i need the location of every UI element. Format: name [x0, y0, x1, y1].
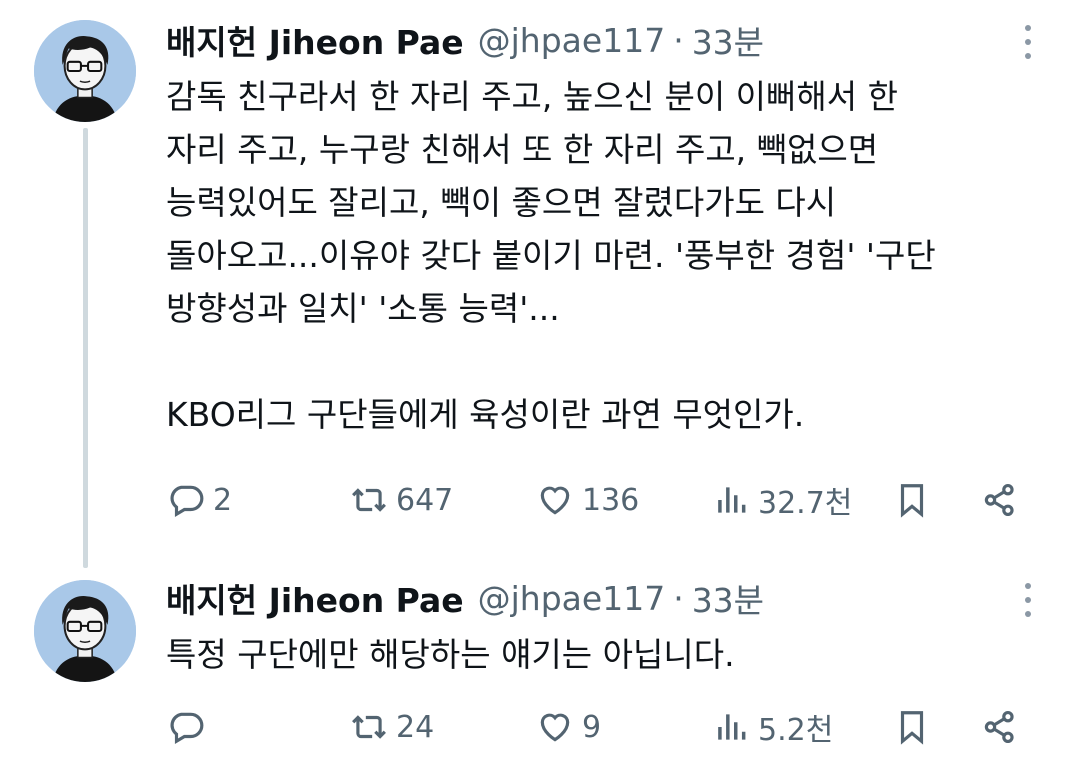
reply-icon	[170, 712, 204, 745]
tweet-header: 배지헌 Jiheon Pae @jhpae117 · 33분	[166, 16, 764, 64]
retweet-count: 24	[396, 709, 435, 745]
views-button[interactable]: 5.2천	[712, 705, 833, 749]
reply-icon	[170, 485, 204, 518]
reply-button[interactable]	[167, 705, 213, 749]
views-icon	[718, 487, 746, 513]
timestamp[interactable]: 33분	[692, 574, 764, 622]
reply-count: 2	[213, 482, 233, 518]
tweet-text: 감독 친구라서 한 자리 주고, 높으신 분이 이뻐해서 한 자리 주고, 누구…	[166, 77, 936, 434]
author-name[interactable]: 배지헌 Jiheon Pae	[166, 16, 464, 64]
retweet-count: 647	[396, 482, 454, 518]
share-button[interactable]	[981, 478, 1019, 522]
reply-button[interactable]: 2	[167, 478, 232, 522]
tweet-header: 배지헌 Jiheon Pae @jhpae117 · 33분	[166, 574, 764, 622]
action-bar: 24 9 5.2천	[0, 705, 1080, 749]
views-icon	[718, 714, 746, 740]
bookmark-icon	[900, 711, 924, 745]
author-name[interactable]: 배지헌 Jiheon Pae	[166, 574, 464, 622]
heart-icon	[540, 713, 570, 742]
author-handle[interactable]: @jhpae117	[478, 21, 666, 60]
more-dots-icon[interactable]	[1018, 25, 1038, 59]
like-count: 136	[582, 482, 640, 518]
like-count: 9	[582, 709, 602, 745]
like-button[interactable]: 136	[536, 478, 639, 522]
action-bar: 2 647 136 32.7천	[0, 478, 1080, 522]
retweet-icon	[352, 488, 386, 512]
view-count: 5.2천	[758, 713, 834, 748]
share-button[interactable]	[981, 705, 1019, 749]
avatar[interactable]	[34, 20, 136, 122]
retweet-button[interactable]: 24	[350, 705, 434, 749]
timestamp[interactable]: 33분	[692, 16, 764, 64]
share-icon	[984, 484, 1014, 516]
heart-icon	[540, 486, 570, 515]
bookmark-button[interactable]	[893, 478, 931, 522]
retweet-button[interactable]: 647	[350, 478, 453, 522]
more-dots-icon[interactable]	[1018, 583, 1038, 617]
bookmark-button[interactable]	[893, 705, 931, 749]
bookmark-icon	[900, 484, 924, 518]
like-button[interactable]: 9	[536, 705, 601, 749]
separator: ·	[673, 20, 684, 60]
retweet-icon	[352, 715, 386, 739]
view-count: 32.7천	[758, 486, 853, 521]
author-handle[interactable]: @jhpae117	[478, 579, 666, 618]
tweet-text: 특정 구단에만 해당하는 얘기는 아닙니다.	[166, 635, 735, 674]
separator: ·	[673, 578, 684, 618]
views-button[interactable]: 32.7천	[712, 478, 852, 522]
share-icon	[984, 711, 1014, 743]
avatar[interactable]	[34, 580, 136, 682]
